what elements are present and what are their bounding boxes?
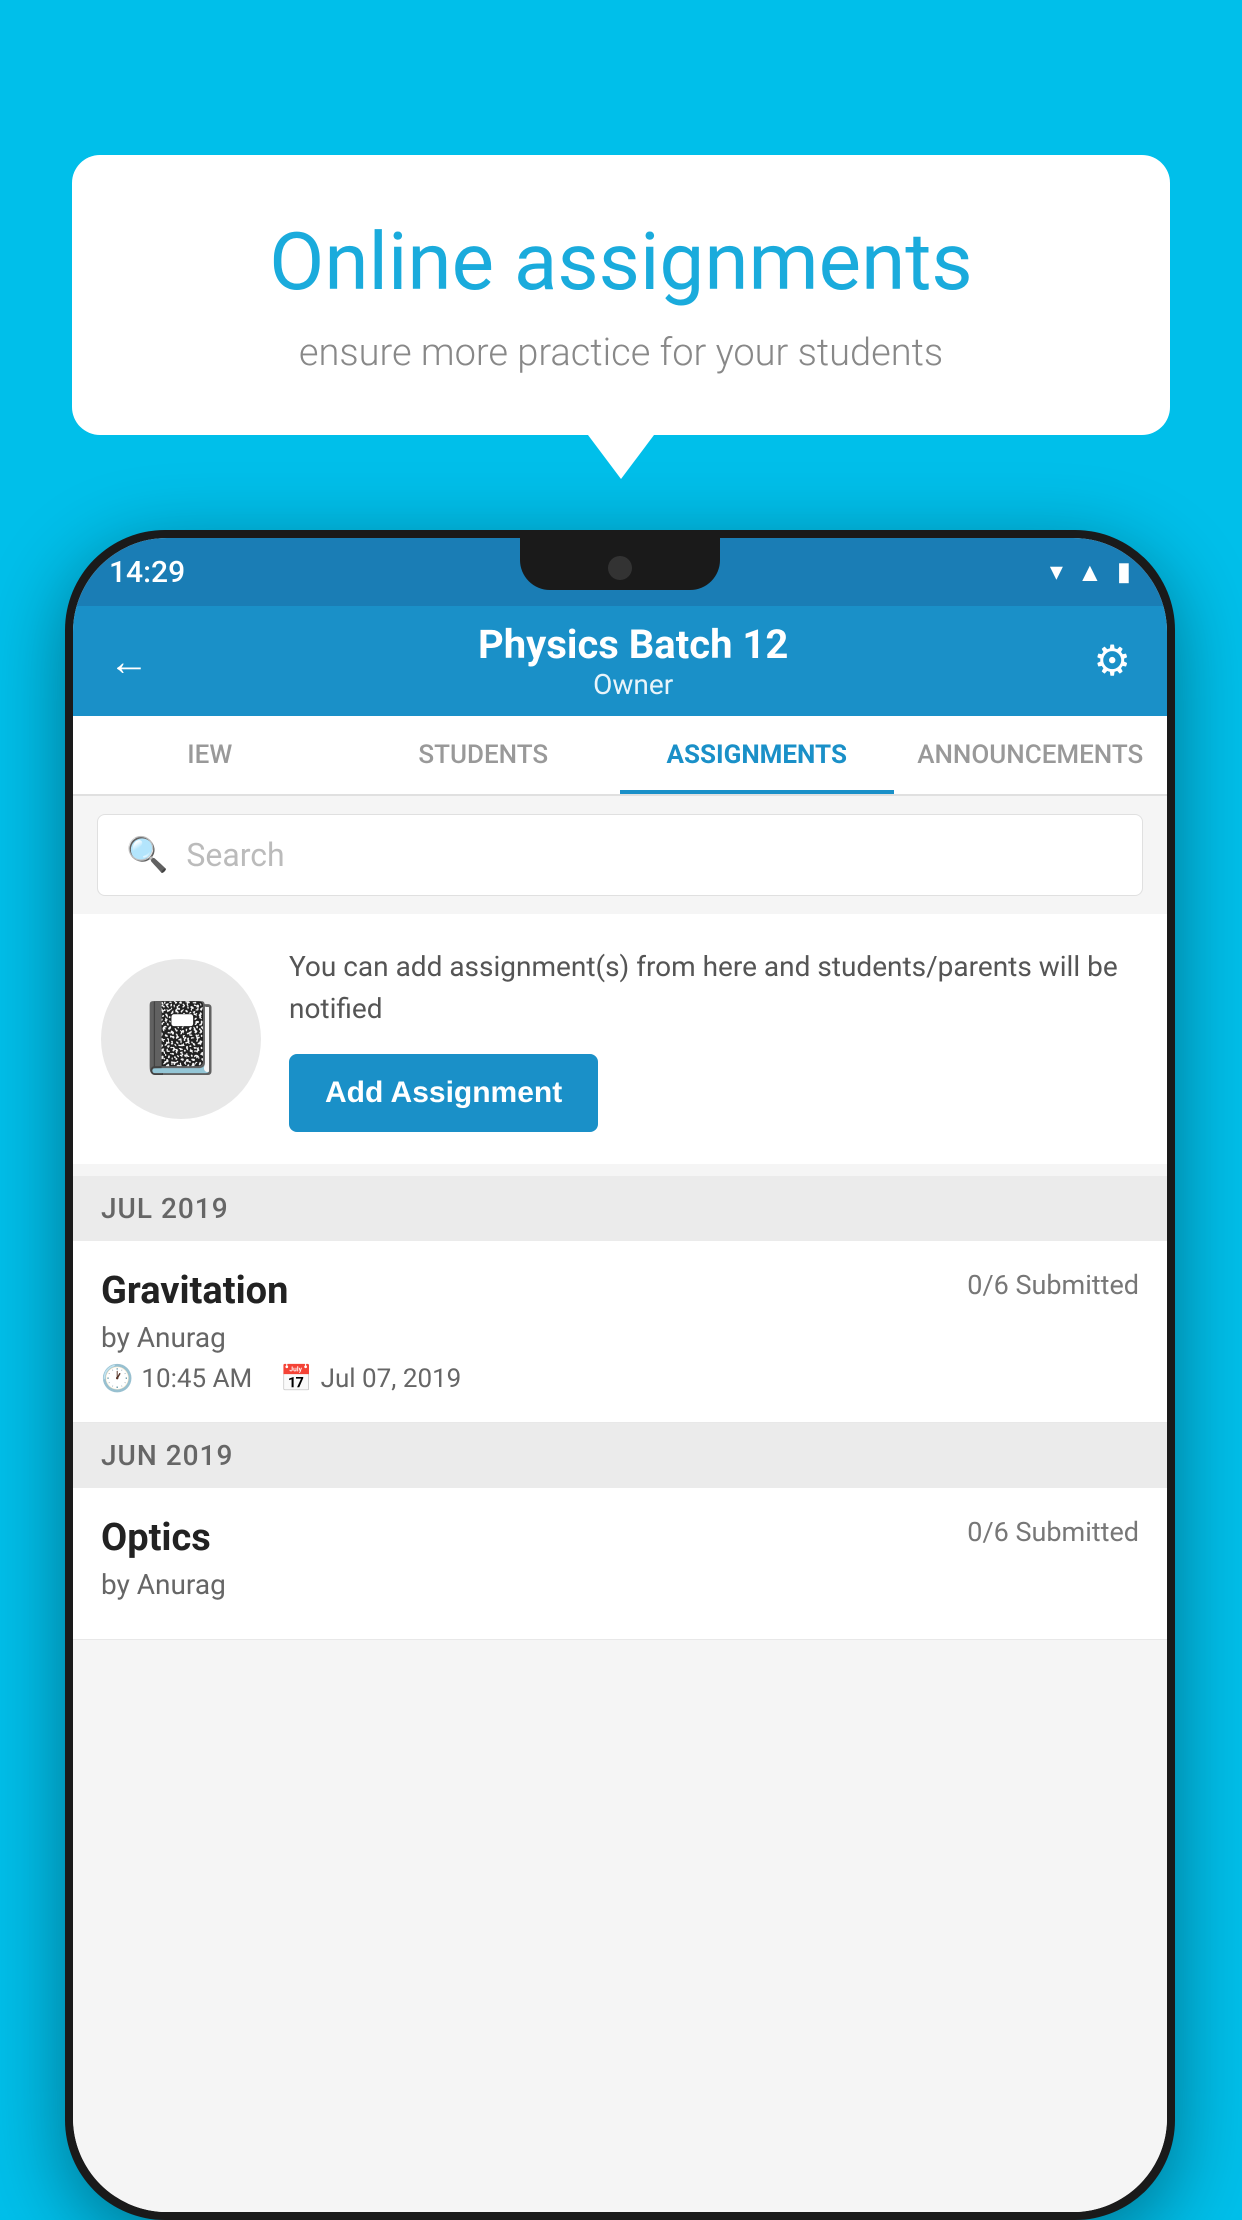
phone-frame: 14:29 ▾ ▲ ▮ ← Physics Batch 12 Owner ⚙ [65,530,1175,2220]
promo-text: You can add assignment(s) from here and … [289,946,1139,1030]
header-title-block: Physics Batch 12 Owner [173,621,1093,701]
status-icons: ▾ ▲ ▮ [1050,557,1131,588]
clock-icon: 🕐 [101,1364,133,1394]
assignment-time-gravitation: 10:45 AM [141,1364,252,1394]
signal-icon: ▲ [1077,557,1103,588]
bubble-subtitle: ensure more practice for your students [142,331,1100,375]
speech-bubble: Online assignments ensure more practice … [72,155,1170,435]
header-title: Physics Batch 12 [173,621,1093,668]
speech-bubble-container: Online assignments ensure more practice … [72,155,1170,435]
notebook-icon: 📓 [137,998,224,1080]
tab-iew[interactable]: IEW [73,716,347,794]
tabs-bar: IEW STUDENTS ASSIGNMENTS ANNOUNCEMENTS [73,716,1167,796]
battery-icon: ▮ [1117,557,1131,587]
settings-button[interactable]: ⚙ [1093,636,1131,686]
add-assignment-button[interactable]: Add Assignment [289,1054,598,1132]
bubble-title: Online assignments [142,215,1100,309]
assignment-name-gravitation: Gravitation [101,1269,288,1313]
wifi-icon: ▾ [1050,557,1063,587]
assignment-optics[interactable]: Optics 0/6 Submitted by Anurag [73,1488,1167,1640]
tab-students[interactable]: STUDENTS [347,716,621,794]
search-icon: 🔍 [126,835,168,875]
calendar-icon: 📅 [280,1364,312,1394]
assignment-name-optics: Optics [101,1516,211,1560]
assignment-date-gravitation: Jul 07, 2019 [321,1364,462,1394]
section-jul-2019: JUL 2019 [73,1176,1167,1241]
assignment-gravitation[interactable]: Gravitation 0/6 Submitted by Anurag 🕐 10… [73,1241,1167,1423]
front-camera [608,556,632,580]
assignment-top: Gravitation 0/6 Submitted [101,1269,1139,1313]
promo-block: 📓 You can add assignment(s) from here an… [73,914,1167,1164]
tab-announcements[interactable]: ANNOUNCEMENTS [894,716,1168,794]
header-subtitle: Owner [173,668,1093,701]
assignment-submitted-gravitation: 0/6 Submitted [967,1269,1139,1301]
assignment-meta-gravitation: 🕐 10:45 AM 📅 Jul 07, 2019 [101,1364,1139,1394]
phone-inner: 14:29 ▾ ▲ ▮ ← Physics Batch 12 Owner ⚙ [73,538,1167,2212]
content-area: 🔍 Search 📓 You can add assignment(s) fro… [73,796,1167,2212]
back-button[interactable]: ← [109,638,149,685]
assignment-submitted-optics: 0/6 Submitted [967,1516,1139,1548]
promo-right: You can add assignment(s) from here and … [289,946,1139,1132]
assignment-top-optics: Optics 0/6 Submitted [101,1516,1139,1560]
tab-assignments[interactable]: ASSIGNMENTS [620,716,894,794]
section-jun-2019: JUN 2019 [73,1423,1167,1488]
assignment-by-gravitation: by Anurag [101,1321,1139,1354]
app-header: ← Physics Batch 12 Owner ⚙ [73,606,1167,716]
promo-icon-circle: 📓 [101,959,261,1119]
notch [520,538,720,590]
search-placeholder: Search [186,836,284,874]
search-bar[interactable]: 🔍 Search [97,814,1143,896]
meta-date-gravitation: 📅 Jul 07, 2019 [280,1364,461,1394]
meta-time-gravitation: 🕐 10:45 AM [101,1364,252,1394]
status-time: 14:29 [109,555,185,590]
screen-content: 14:29 ▾ ▲ ▮ ← Physics Batch 12 Owner ⚙ [73,538,1167,2212]
assignment-by-optics: by Anurag [101,1568,1139,1601]
